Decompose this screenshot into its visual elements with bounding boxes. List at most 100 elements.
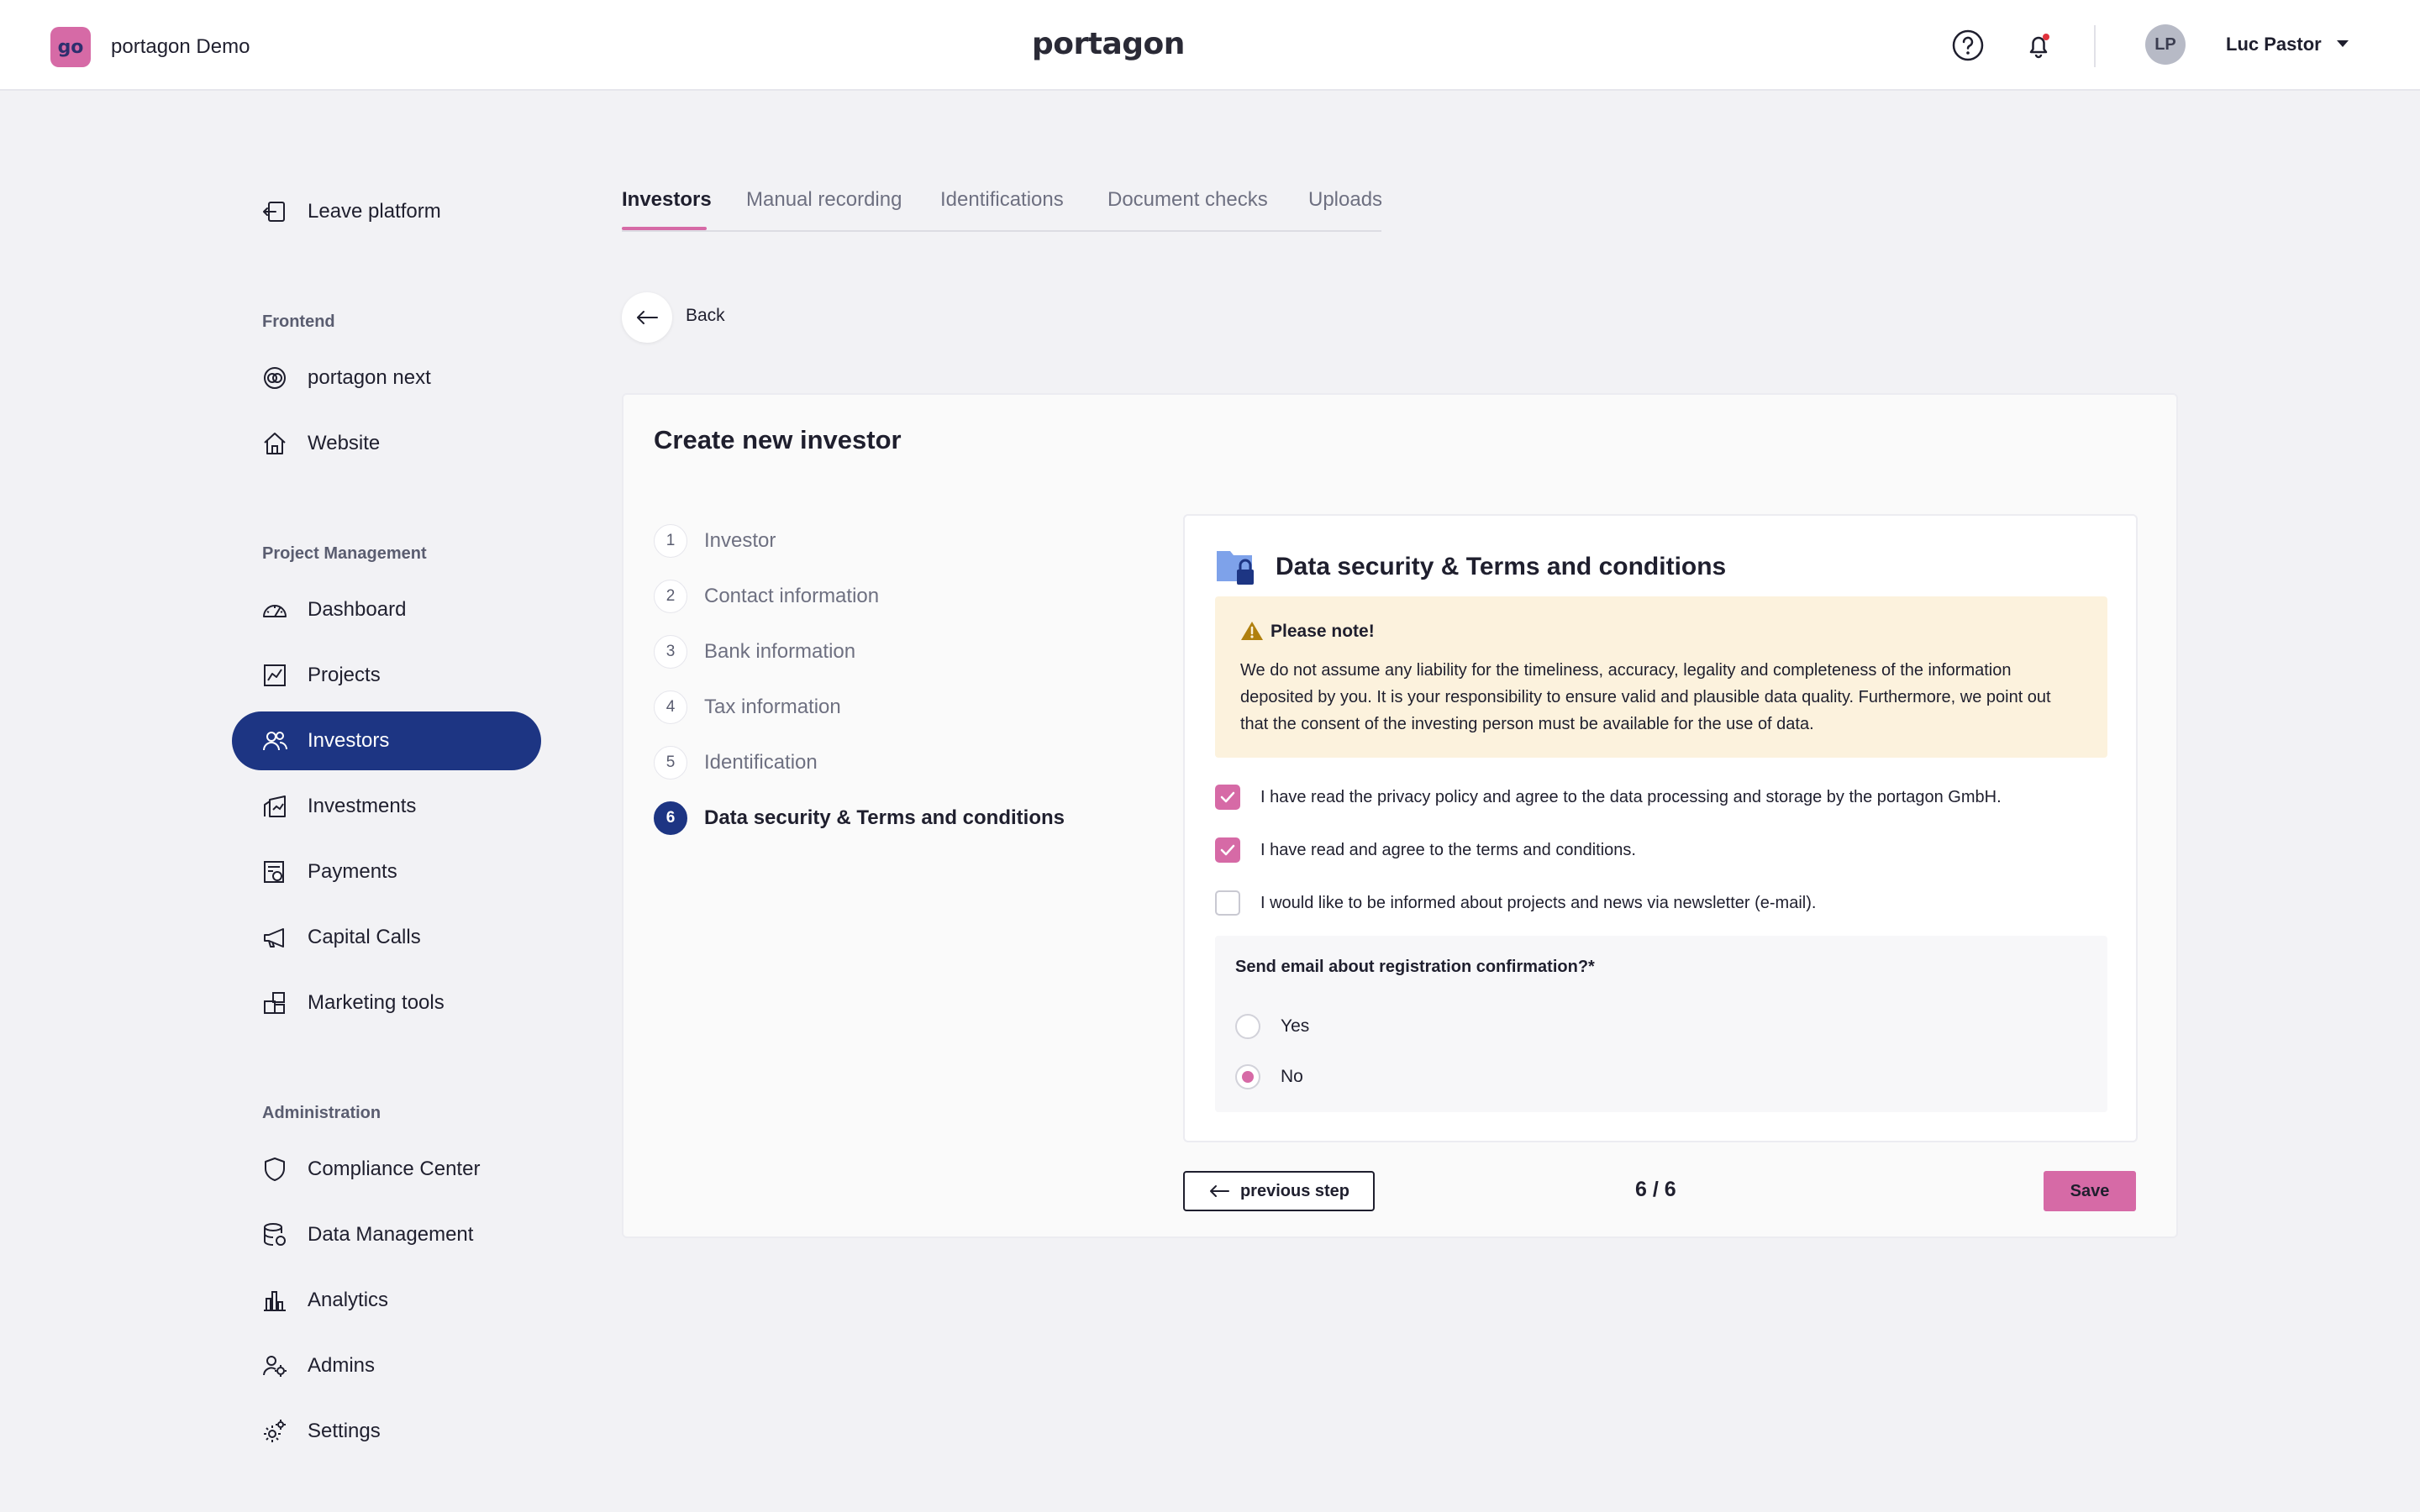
sidebar-item-data-management[interactable]: Data Management [232, 1205, 541, 1264]
users-icon [260, 727, 289, 755]
step-counter: 6 / 6 [1635, 1178, 1676, 1201]
step-number: 1 [654, 524, 687, 558]
app-logo[interactable]: go [50, 27, 91, 67]
tab-uploads[interactable]: Uploads [1308, 188, 1382, 212]
back-label[interactable]: Back [686, 306, 725, 326]
warning-note: Please note! We do not assume any liabil… [1215, 596, 2107, 758]
sidebar-item-dashboard[interactable]: Dashboard [232, 580, 541, 639]
terms-checkbox-row[interactable]: I have read and agree to the terms and c… [1215, 836, 1636, 864]
sidebar-item-label: Projects [308, 664, 381, 686]
radio-label: No [1281, 1067, 1303, 1086]
sidebar-item-label: Capital Calls [308, 926, 421, 948]
logo-text: go [57, 36, 84, 58]
sidebar-item-marketing-tools[interactable]: Marketing tools [232, 974, 541, 1032]
sidebar-item-analytics[interactable]: Analytics [232, 1271, 541, 1330]
app-name[interactable]: portagon Demo [111, 35, 250, 59]
step-number: 3 [654, 635, 687, 669]
step-5[interactable]: 5 Identification [654, 744, 818, 781]
user-name[interactable]: Luc Pastor [2226, 34, 2322, 55]
sidebar: Leave platform Frontend portagon next We… [0, 92, 571, 1512]
privacy-policy-checkbox-row[interactable]: I have read the privacy policy and agree… [1215, 783, 2002, 811]
checkmark-icon [1220, 844, 1235, 856]
step-number: 2 [654, 580, 687, 613]
step-label: Data security & Terms and conditions [704, 806, 1065, 829]
step-number: 4 [654, 690, 687, 724]
step-label: Identification [704, 751, 818, 774]
notifications-bell-icon[interactable] [2020, 27, 2057, 64]
sidebar-item-payments[interactable]: Payments [232, 843, 541, 901]
sidebar-item-capital-calls[interactable]: Capital Calls [232, 908, 541, 967]
terms-checkbox[interactable] [1215, 837, 1240, 863]
radio-option-no[interactable]: No [1235, 1063, 1303, 1090]
radio-selected-dot [1242, 1071, 1254, 1083]
page-title: Create new investor [654, 425, 902, 454]
sidebar-item-label: Leave platform [308, 200, 441, 223]
back-button[interactable] [622, 292, 672, 343]
step-1[interactable]: 1 Investor [654, 522, 776, 559]
portagon-next-icon [260, 364, 289, 392]
sidebar-item-label: Payments [308, 860, 397, 883]
active-tab-indicator [622, 227, 707, 230]
registration-email-group: Send email about registration confirmati… [1215, 936, 2107, 1112]
database-icon [260, 1221, 289, 1249]
radio-label: Yes [1281, 1016, 1310, 1036]
avatar[interactable]: LP [2145, 24, 2186, 65]
header-divider [2094, 25, 2096, 67]
sidebar-item-compliance-center[interactable]: Compliance Center [232, 1140, 541, 1199]
sidebar-item-portagon-next[interactable]: portagon next [232, 349, 541, 407]
admin-user-icon [260, 1352, 289, 1380]
folder-lock-icon [1215, 544, 1259, 588]
sidebar-item-investments[interactable]: Investments [232, 777, 541, 836]
radio-button[interactable] [1235, 1014, 1260, 1039]
step-4[interactable]: 4 Tax information [654, 689, 841, 726]
step-6[interactable]: 6 Data security & Terms and conditions [654, 800, 1065, 837]
terms-panel: Data security & Terms and conditions Ple… [1183, 514, 2138, 1142]
section-project-management: Project Management [262, 544, 427, 563]
gear-icon [260, 1417, 289, 1446]
privacy-policy-checkbox[interactable] [1215, 785, 1240, 810]
radio-button[interactable] [1235, 1064, 1260, 1089]
help-icon[interactable] [1949, 27, 1986, 64]
section-title: Data security & Terms and conditions [1276, 553, 1727, 580]
previous-step-label: previous step [1239, 1181, 1350, 1200]
checkbox-label: I would like to be informed about projec… [1260, 893, 1817, 912]
home-icon [260, 429, 289, 458]
sidebar-item-label: Compliance Center [308, 1158, 481, 1180]
arrow-left-icon [637, 311, 658, 324]
sidebar-item-label: Data Management [308, 1223, 474, 1246]
caret-down-icon[interactable] [2333, 34, 2353, 54]
sidebar-item-label: portagon next [308, 366, 431, 389]
exit-icon [260, 197, 289, 226]
warning-icon [1240, 620, 1264, 642]
newsletter-checkbox-row[interactable]: I would like to be informed about projec… [1215, 889, 1816, 917]
tab-identifications[interactable]: Identifications [940, 188, 1064, 212]
save-button[interactable]: Save [2044, 1171, 2136, 1211]
sidebar-item-label: Analytics [308, 1289, 389, 1311]
tab-bar: Investors Manual recording Identificatio… [622, 176, 1382, 232]
sidebar-item-leave-platform[interactable]: Leave platform [232, 182, 541, 241]
sidebar-item-label: Admins [308, 1354, 376, 1377]
tab-document-checks[interactable]: Document checks [1107, 188, 1268, 212]
step-label: Contact information [704, 585, 880, 607]
radio-option-yes[interactable]: Yes [1235, 1013, 1309, 1040]
brand-logo: portagon [1032, 27, 1185, 61]
sidebar-item-investors[interactable]: Investors [232, 711, 541, 770]
sidebar-item-label: Dashboard [308, 598, 407, 621]
tab-investors[interactable]: Investors [622, 188, 712, 212]
sidebar-item-settings[interactable]: Settings [232, 1402, 541, 1461]
tab-manual-recording[interactable]: Manual recording [746, 188, 902, 212]
sidebar-item-label: Settings [308, 1420, 381, 1442]
bar-chart-icon [260, 1286, 289, 1315]
newsletter-checkbox[interactable] [1215, 890, 1240, 916]
step-3[interactable]: 3 Bank information [654, 633, 855, 670]
step-2[interactable]: 2 Contact information [654, 578, 879, 615]
sidebar-item-website[interactable]: Website [232, 414, 541, 473]
sidebar-item-projects[interactable]: Projects [232, 646, 541, 705]
checkmark-icon [1220, 791, 1235, 803]
sidebar-item-admins[interactable]: Admins [232, 1336, 541, 1395]
sidebar-item-label: Website [308, 432, 381, 454]
radio-question: Send email about registration confirmati… [1235, 958, 1595, 976]
previous-step-button[interactable]: previous step [1183, 1171, 1375, 1211]
sidebar-item-label: Investors [308, 729, 390, 752]
chart-icon [260, 661, 289, 690]
